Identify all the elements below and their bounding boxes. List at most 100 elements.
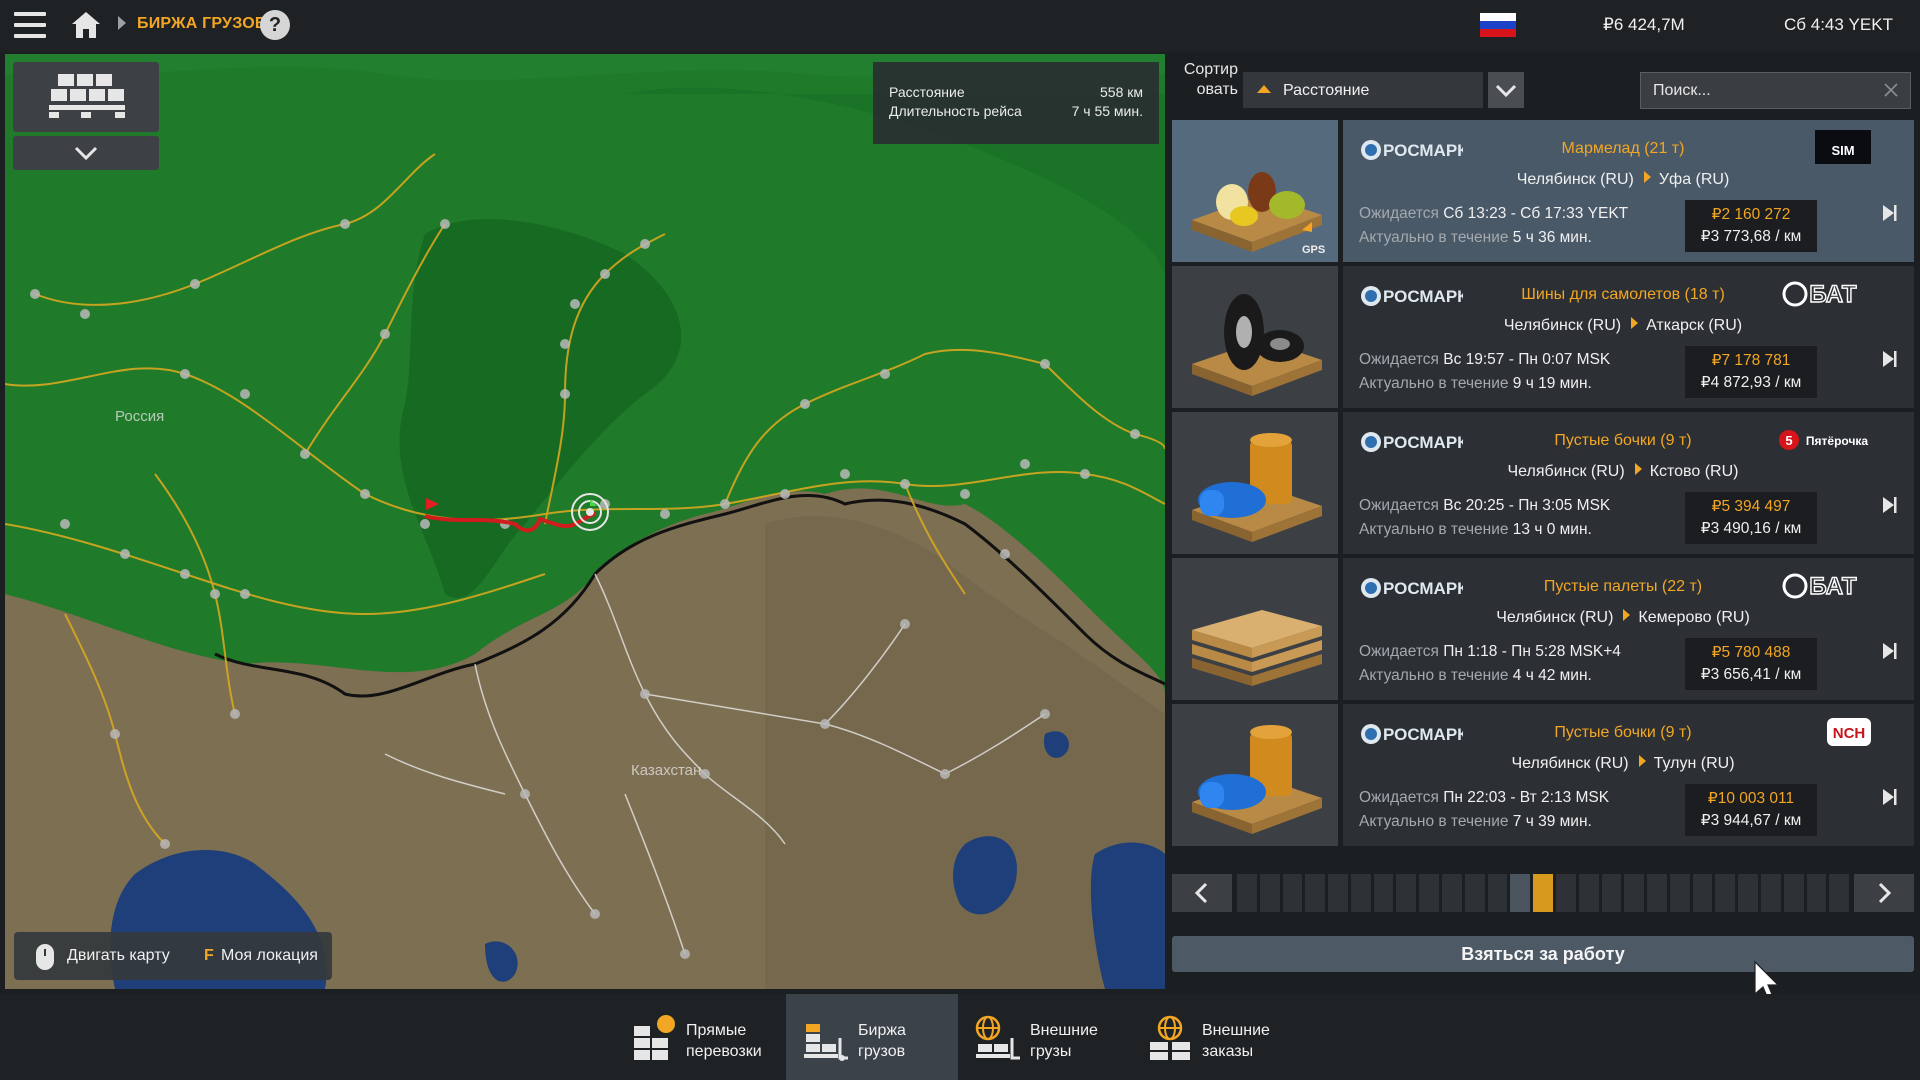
tab-label: Биржа грузов [858,1022,906,1060]
page-cell[interactable] [1419,874,1440,912]
page-cell[interactable] [1373,874,1394,912]
job-details-play-icon[interactable] [1880,641,1898,661]
job-row[interactable]: РОСМАРК Пустые палеты (22 т) БАТ Челябин… [1172,558,1914,700]
job-details-play-icon[interactable] [1880,495,1898,515]
price-box: ₽10 003 011 ₽3 944,67 / км [1685,784,1817,836]
empty-barrels-cargo-icon [1192,725,1322,834]
page-cell[interactable] [1601,874,1622,912]
page-cell[interactable] [1783,874,1804,912]
page-cell[interactable] [1738,874,1758,912]
availability: Актуально в течение 13 ч 0 мин. [1359,521,1592,538]
cargo-type-filter-button[interactable] [13,62,159,132]
job-row[interactable]: РОСМАРК Пустые бочки (9 т) 5 Пятёрочка Че… [1172,412,1914,554]
page-cell[interactable] [1669,874,1690,912]
job-details-play-icon[interactable] [1880,787,1898,807]
page-cell[interactable] [1715,874,1736,912]
take-job-button[interactable]: Взяться за работу [1172,936,1914,972]
partner-logo: SIM [1775,128,1875,168]
cargo-thumbnail [1172,266,1338,408]
search-box[interactable] [1640,72,1911,109]
player-money: ₽6 424,7M [1603,15,1685,34]
globe-cargo-icon [975,1015,1020,1060]
company-logo-rosmark: РОСМАРК [1361,140,1463,160]
tab-freight-market[interactable]: Биржа грузов [786,994,958,1080]
page-cell[interactable] [1396,874,1417,912]
price-per-km: ₽4 872,93 / км [1700,374,1802,391]
job-row[interactable]: РОСМАРК Пустые бочки (9 т) NCH Челябинск… [1172,704,1914,846]
help-icon[interactable]: ? [260,10,290,40]
price-box: ₽5 780 488 ₽3 656,41 / км [1685,638,1817,690]
page-cell[interactable] [1647,874,1667,912]
job-card[interactable]: РОСМАРК Пустые бочки (9 т) NCH Челябинск… [1343,704,1914,846]
job-list: GPS РОСМАРК Мармелад (21 т) SIM Челябинс… [1172,120,1914,850]
job-route: Челябинск (RU) Кстово (RU) [1493,463,1753,481]
globe-orders-icon [1150,1015,1190,1060]
cargo-type-dropdown-toggle[interactable] [13,136,159,170]
job-details-play-icon[interactable] [1880,203,1898,223]
map-label-kazakhstan: Казахстан [631,762,702,779]
my-location-button[interactable]: Моя локация [221,947,318,965]
page-cell-current[interactable] [1533,874,1553,912]
page-cell[interactable] [1237,874,1257,912]
tab-external-cargo[interactable]: Внешние грузы [958,994,1130,1080]
page-cell[interactable] [1487,874,1508,912]
page-indicator[interactable] [1237,874,1850,912]
route-info-panel: Расстояние 558 км Длительность рейса 7 ч… [873,62,1159,144]
hamburger-menu-icon[interactable] [14,12,46,38]
empty-pallets-cargo-icon [1192,610,1322,686]
chevron-right-icon [1878,882,1892,904]
job-card[interactable]: РОСМАРК Пустые бочки (9 т) 5 Пятёрочка Че… [1343,412,1914,554]
job-card[interactable]: РОСМАРК Пустые палеты (22 т) БАТ Челябин… [1343,558,1914,700]
search-input[interactable] [1653,82,1873,100]
partner-logo: 5 Пятёрочка [1775,420,1875,460]
page-cell[interactable] [1350,874,1371,912]
aircraft-tires-cargo-icon [1192,294,1322,396]
cargo-name: Пустые бочки (9 т) [1554,724,1692,741]
price-per-km: ₽3 773,68 / км [1700,228,1802,245]
page-cell[interactable] [1259,874,1280,912]
page-cell[interactable] [1305,874,1326,912]
svg-text:БАТ: БАТ [1809,573,1856,600]
page-cell[interactable] [1442,874,1462,912]
page-cell[interactable] [1578,874,1599,912]
page-cell[interactable] [1510,874,1531,912]
sort-select[interactable]: Расстояние [1243,72,1483,108]
close-icon[interactable] [1882,81,1900,99]
next-page-button[interactable] [1854,874,1914,912]
origin-city: Челябинск (RU) [1496,609,1614,626]
job-price: ₽10 003 011 [1707,790,1795,807]
page-cell[interactable] [1624,874,1645,912]
page-cell[interactable] [1282,874,1303,912]
job-card[interactable]: РОСМАРК Шины для самолетов (18 т) БАТ Че… [1343,266,1914,408]
destination-city: Кстово (RU) [1649,463,1739,480]
destination-city: Аткарск (RU) [1646,317,1743,334]
gps-badge: GPS [1302,244,1325,256]
job-row[interactable]: РОСМАРК Шины для самолетов (18 т) БАТ Че… [1172,266,1914,408]
marmalade-cargo-icon: GPS [1192,172,1325,256]
price-per-km: ₽3 944,67 / км [1700,812,1802,829]
move-map-hint: Двигать карту [67,947,170,964]
page-cell[interactable] [1464,874,1485,912]
tab-direct-transport[interactable]: Прямые перевозки [614,994,786,1080]
page-cell[interactable] [1328,874,1348,912]
origin-city: Челябинск (RU) [1503,317,1622,334]
page-cell[interactable] [1555,874,1576,912]
sort-selected-value: Расстояние [1283,82,1370,99]
job-route: Челябинск (RU) Уфа (RU) [1493,171,1753,189]
distance-value: 558 км [1100,84,1143,100]
page-cell[interactable] [1760,874,1781,912]
svg-text:РОСМАРК: РОСМАРК [1383,141,1463,160]
page-cell[interactable] [1829,874,1850,912]
cargo-name: Пустые бочки (9 т) [1554,432,1692,449]
previous-page-button[interactable] [1172,874,1232,912]
tab-external-orders[interactable]: Внешние заказы [1130,994,1302,1080]
sort-dropdown-button[interactable] [1488,72,1524,108]
job-row[interactable]: GPS РОСМАРК Мармелад (21 т) SIM Челябинс… [1172,120,1914,262]
chevron-down-icon [1495,84,1517,98]
job-details-play-icon[interactable] [1880,349,1898,369]
home-icon[interactable] [70,10,102,40]
job-card[interactable]: РОСМАРК Мармелад (21 т) SIM Челябинск (R… [1343,120,1914,262]
page-cell[interactable] [1806,874,1827,912]
world-map[interactable]: Расстояние 558 км Длительность рейса 7 ч… [5,54,1165,989]
page-cell[interactable] [1692,874,1713,912]
